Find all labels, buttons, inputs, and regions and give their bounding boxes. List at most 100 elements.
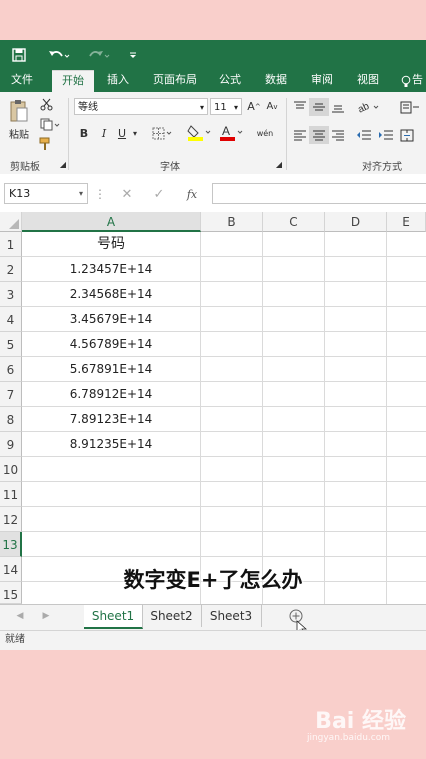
font-color-icon[interactable]: A — [218, 122, 246, 142]
borders-icon[interactable] — [150, 124, 176, 142]
sheet-tab-sheet1[interactable]: Sheet1 — [84, 605, 143, 629]
fill-color-icon[interactable] — [186, 122, 214, 142]
undo-icon[interactable] — [44, 44, 74, 66]
enter-icon[interactable]: ✓ — [150, 186, 168, 202]
phonetic-guide-icon[interactable]: wén — [252, 122, 278, 144]
cell-a3[interactable]: 2.34568E+14 — [22, 282, 200, 307]
customize-icon[interactable] — [124, 44, 142, 66]
row-header[interactable]: 2 — [0, 257, 22, 282]
row-header[interactable]: 5 — [0, 332, 22, 357]
cell-a9[interactable]: 8.91235E+14 — [22, 432, 200, 457]
row-header-selected[interactable]: 13 — [0, 532, 22, 557]
column-header-e[interactable]: E — [387, 212, 426, 232]
column-header-d[interactable]: D — [325, 212, 387, 232]
column-header-c[interactable]: C — [263, 212, 325, 232]
copy-icon[interactable] — [38, 116, 62, 132]
svg-text:A: A — [222, 124, 230, 138]
row-header[interactable]: 4 — [0, 307, 22, 332]
tab-page-layout[interactable]: 页面布局 — [146, 70, 204, 92]
sheet-tab-sheet2[interactable]: Sheet2 — [142, 605, 202, 627]
column-header-a[interactable]: A — [22, 212, 201, 232]
gridline — [22, 506, 426, 507]
clipboard-group-label: 剪贴板 — [10, 162, 40, 173]
font-launcher-icon[interactable]: ◢ — [274, 158, 284, 170]
row-header[interactable]: 12 — [0, 507, 22, 532]
increase-indent-icon[interactable] — [376, 126, 396, 144]
worksheet-grid: A B C D E 1 2 3 4 5 6 7 8 9 10 11 12 13 … — [0, 212, 426, 604]
scroll-right-icon[interactable]: ▶ — [40, 609, 52, 623]
save-icon[interactable] — [8, 44, 30, 66]
clipboard-launcher-icon[interactable]: ◢ — [58, 158, 68, 170]
tab-insert[interactable]: 插入 — [100, 70, 136, 92]
cell-a1-header[interactable]: 号码 — [22, 232, 200, 257]
font-size-value: 11 — [214, 102, 227, 113]
scroll-left-icon[interactable]: ◀ — [14, 609, 26, 623]
status-bar: 就绪 — [0, 630, 426, 650]
cell-a2[interactable]: 1.23457E+14 — [22, 257, 200, 282]
tab-file[interactable]: 文件 — [4, 70, 40, 92]
row-header[interactable]: 10 — [0, 457, 22, 482]
decrease-indent-icon[interactable] — [354, 126, 374, 144]
font-name-combo[interactable]: 等线 ▾ — [74, 98, 208, 115]
tab-view[interactable]: 视图 — [350, 70, 386, 92]
cell-a6[interactable]: 5.67891E+14 — [22, 357, 200, 382]
bold-button[interactable]: B — [76, 124, 92, 142]
chevron-down-icon[interactable]: ▾ — [130, 124, 140, 142]
status-text: 就绪 — [5, 634, 25, 645]
align-bottom-icon[interactable] — [328, 98, 348, 116]
tab-tell-me[interactable]: 告 — [412, 70, 426, 92]
row-header[interactable]: 9 — [0, 432, 22, 457]
align-left-icon[interactable] — [290, 126, 310, 144]
name-box[interactable]: K13 ▾ — [4, 183, 88, 204]
cancel-icon[interactable]: ✕ — [118, 186, 136, 202]
align-top-icon[interactable] — [290, 98, 310, 116]
phonetic-label: wén — [256, 128, 274, 138]
align-center-icon[interactable] — [309, 126, 329, 144]
row-header[interactable]: 1 — [0, 232, 22, 257]
merge-center-icon[interactable] — [398, 126, 422, 144]
sheet-tab-sheet3[interactable]: Sheet3 — [201, 605, 262, 627]
redo-icon[interactable] — [84, 44, 114, 66]
wrap-text-icon[interactable] — [398, 98, 422, 116]
tab-review[interactable]: 审阅 — [304, 70, 340, 92]
decrease-font-icon[interactable]: Av — [264, 98, 280, 115]
underline-button[interactable]: U — [114, 124, 130, 142]
font-group-label: 字体 — [160, 162, 180, 173]
drag-handle-icon[interactable]: ⋮ — [94, 186, 106, 202]
font-name-value: 等线 — [78, 102, 98, 113]
chevron-down-icon: ▾ — [233, 103, 238, 112]
cell-a7[interactable]: 6.78912E+14 — [22, 382, 200, 407]
align-right-icon[interactable] — [328, 126, 348, 144]
row-header[interactable]: 11 — [0, 482, 22, 507]
cell-a4[interactable]: 3.45679E+14 — [22, 307, 200, 332]
orientation-icon[interactable]: ab — [356, 98, 382, 116]
formula-input[interactable] — [212, 183, 426, 204]
row-header[interactable]: 8 — [0, 407, 22, 432]
row-header[interactable]: 6 — [0, 357, 22, 382]
paste-label[interactable]: 粘贴 — [4, 126, 34, 141]
increase-font-icon[interactable]: A ^ — [246, 98, 262, 115]
align-middle-icon[interactable] — [309, 98, 329, 116]
cut-icon[interactable] — [38, 96, 54, 112]
tab-formulas[interactable]: 公式 — [212, 70, 248, 92]
select-all-corner[interactable] — [0, 212, 22, 232]
row-header[interactable]: 7 — [0, 382, 22, 407]
gridline — [22, 556, 426, 557]
watermark-url: jingyan.baidu.com — [306, 733, 390, 743]
paste-icon[interactable] — [8, 98, 30, 124]
column-header-b[interactable]: B — [201, 212, 263, 232]
tab-data[interactable]: 数据 — [258, 70, 294, 92]
cell-a5[interactable]: 4.56789E+14 — [22, 332, 200, 357]
tab-home[interactable]: 开始 — [52, 70, 94, 93]
italic-button[interactable]: I — [96, 124, 112, 142]
name-box-value: K13 — [9, 187, 31, 200]
row-header[interactable]: 3 — [0, 282, 22, 307]
chevron-down-icon[interactable]: ▾ — [79, 184, 83, 203]
gridline — [262, 232, 263, 604]
ribbon-divider — [286, 98, 287, 170]
cell-a8[interactable]: 7.89123E+14 — [22, 407, 200, 432]
insert-function-icon[interactable]: fx — [182, 186, 202, 202]
font-size-combo[interactable]: 11 ▾ — [210, 98, 242, 115]
excel-window: 文件 开始 插入 页面布局 公式 数据 审阅 视图 告 粘贴 剪贴板 ◢ 等线 … — [0, 40, 426, 650]
format-painter-icon[interactable] — [38, 136, 54, 152]
